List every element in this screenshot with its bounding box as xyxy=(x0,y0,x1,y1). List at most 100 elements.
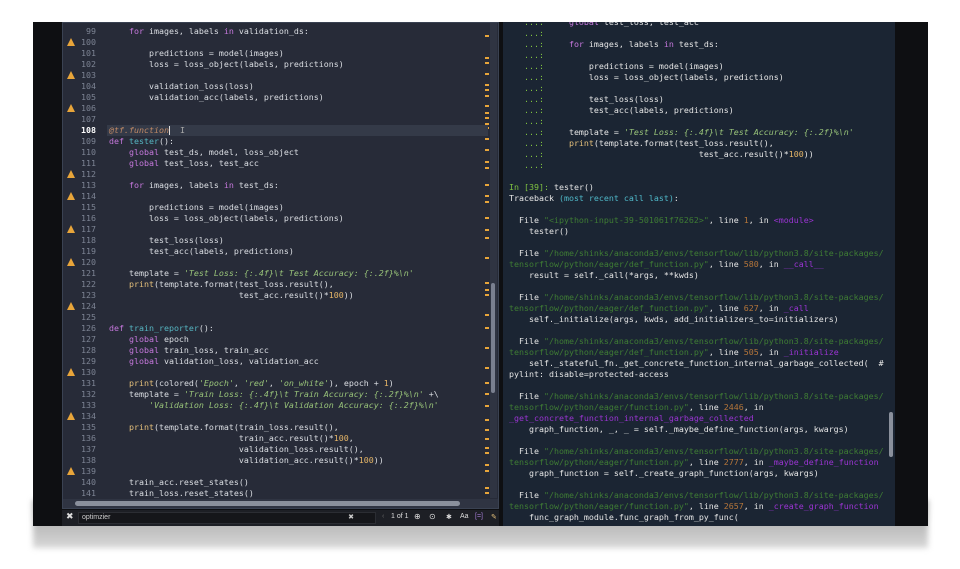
console-line: ...: xyxy=(509,50,544,61)
code-line[interactable]: validation_loss(loss) xyxy=(109,81,254,92)
console-token: File xyxy=(509,248,544,258)
code-line[interactable]: loss = loss_object(labels, predictions) xyxy=(109,59,344,70)
console-token: ...: xyxy=(509,83,544,93)
code-line[interactable]: test_loss(loss) xyxy=(109,235,224,246)
code-token: global xyxy=(109,147,159,157)
code-editor[interactable]: 99 for images, labels in validation_ds: 1… xyxy=(62,22,499,509)
code-line[interactable]: def train_reporter(): xyxy=(109,323,214,334)
code-line[interactable]: global validation_loss, validation_acc xyxy=(109,356,319,367)
console-line: ...: test_acc(labels, predictions) xyxy=(509,105,734,116)
code-line[interactable]: global epoch xyxy=(109,334,189,345)
code-token: 100 xyxy=(333,433,349,443)
console-token: ...: xyxy=(509,28,544,38)
highlight-icon[interactable]: ✎ xyxy=(491,513,497,521)
warning-marker xyxy=(485,149,489,151)
code-token: (colored( xyxy=(153,378,199,388)
warning-marker xyxy=(485,393,489,395)
code-line[interactable]: global test_ds, model, loss_object xyxy=(109,147,299,158)
code-line[interactable]: global test_loss, test_acc xyxy=(109,158,259,169)
code-token: template = xyxy=(109,268,184,278)
console-token: File xyxy=(509,336,544,346)
line-number: 134 xyxy=(81,411,96,421)
code-line[interactable]: train_acc.result()*100, xyxy=(109,433,354,444)
console-scrollbar[interactable] xyxy=(889,412,893,457)
console-line: In [39]: tester() xyxy=(509,182,594,193)
code-token: test_ds, model, loss_object xyxy=(158,147,299,157)
warning-marker xyxy=(485,195,489,197)
console-token: _create_graph_function xyxy=(768,501,879,511)
console-token: tensorflow/python/eager/def_function.py" xyxy=(509,347,709,357)
code-line[interactable]: global train_loss, train_acc xyxy=(109,345,269,356)
code-line[interactable]: def tester(): xyxy=(109,136,174,147)
code-token: (template.format(train_loss.result(), xyxy=(153,422,339,432)
console-token: ...: xyxy=(509,116,544,126)
clear-icon[interactable]: ✖ xyxy=(348,513,354,523)
console-token: graph_function, _, _ = self._maybe_defin… xyxy=(509,424,849,434)
code-line[interactable]: print(colored('Epoch', 'red', 'on_white'… xyxy=(109,378,394,389)
code-token: test_ds: xyxy=(233,180,279,190)
code-token: 'Validation Loss: {:.4f}\t Validation Ac… xyxy=(109,400,439,410)
find-input[interactable]: optimzier ✖ xyxy=(78,512,376,524)
code-line[interactable]: test_acc.result()*100)) xyxy=(109,290,354,301)
console-token: <module> xyxy=(773,215,814,225)
next-match-icon[interactable]: ⊙ xyxy=(429,512,436,521)
code-line[interactable]: loss = loss_object(labels, predictions) xyxy=(109,213,344,224)
code-line[interactable]: validation_loss.result(), xyxy=(109,444,364,455)
warning-marker xyxy=(485,314,489,316)
console-token: : xyxy=(673,193,679,203)
code-line[interactable]: print(template.format(test_loss.result()… xyxy=(109,279,334,290)
warning-marker xyxy=(485,112,489,114)
code-line[interactable]: template = 'Train Loss: {:.4f}\t Train A… xyxy=(109,389,439,400)
scroll-thumb[interactable] xyxy=(75,501,460,506)
code-token: 'on_white' xyxy=(278,378,329,388)
warning-marker xyxy=(485,105,489,107)
console-line: func_graph_module.func_graph_from_py_fun… xyxy=(509,512,739,523)
console-line: graph_function, _, _ = self._maybe_defin… xyxy=(509,424,849,435)
editor-vertical-scrollbar[interactable] xyxy=(490,23,497,498)
whole-word-icon[interactable]: [=] xyxy=(475,513,483,520)
console-token: , line xyxy=(688,402,724,412)
line-number: 125 xyxy=(81,312,96,322)
regex-icon[interactable]: ✱ xyxy=(446,513,452,521)
line-number: 103 xyxy=(81,70,96,80)
code-line[interactable]: predictions = model(images) xyxy=(109,202,284,213)
ipython-console[interactable]: ...: global test_loss, test_acc ...: ...… xyxy=(503,22,895,526)
console-token: File xyxy=(509,391,544,401)
previous-match-icon[interactable]: ⊕ xyxy=(414,512,421,521)
code-line[interactable]: validation_acc(labels, predictions) xyxy=(109,92,324,103)
code-line[interactable]: template = 'Test Loss: {:.4f}\t Test Acc… xyxy=(109,268,414,279)
code-token: validation_acc.result()* xyxy=(109,455,359,465)
scroll-thumb[interactable] xyxy=(491,283,495,393)
console-token: File xyxy=(509,215,544,225)
editor-horizontal-scrollbar[interactable] xyxy=(63,499,498,508)
console-token: (most recent call last) xyxy=(558,193,674,203)
code-line[interactable]: test_acc(labels, predictions) xyxy=(109,246,294,257)
console-token: func_graph_module.func_graph_from_py_fun… xyxy=(509,512,739,522)
close-find-icon[interactable]: ✖ xyxy=(66,511,74,522)
code-line[interactable]: for images, labels in validation_ds: xyxy=(109,26,309,37)
code-line[interactable]: @tf.function I xyxy=(109,125,185,136)
code-line[interactable]: train_acc.reset_states() xyxy=(109,477,249,488)
history-chevron-icon[interactable]: ‹ xyxy=(382,513,384,520)
console-token: _call xyxy=(783,303,809,313)
warning-marker xyxy=(485,57,489,59)
code-line[interactable]: for images, labels in test_ds: xyxy=(109,180,279,191)
warning-marker xyxy=(485,161,489,163)
console-token: "/home/shinks/anaconda3/envs/tensorflow/… xyxy=(543,292,884,302)
console-line: tensorflow/python/eager/function.py", li… xyxy=(509,402,764,413)
code-line[interactable]: validation_acc.result()*100)) xyxy=(109,455,384,466)
console-token: "<ipython-input-39-501061f76262>" xyxy=(543,215,709,225)
console-line: self._initialize(args, kwds, add_initial… xyxy=(509,314,839,325)
line-number: 124 xyxy=(81,301,96,311)
code-line[interactable]: train_loss.reset_states() xyxy=(109,488,254,499)
console-token: ...: xyxy=(509,61,544,71)
console-token: loss = loss_object(labels, predictions) xyxy=(543,72,784,82)
console-line: File "/home/shinks/anaconda3/envs/tensor… xyxy=(509,391,884,402)
case-sensitive-toggle[interactable]: Aa xyxy=(460,513,469,520)
console-token: 505 xyxy=(743,347,759,357)
code-token: test_acc(labels, predictions) xyxy=(109,246,294,256)
code-line[interactable]: print(template.format(train_loss.result(… xyxy=(109,422,339,433)
code-line[interactable]: predictions = model(images) xyxy=(109,48,284,59)
console-token: _maybe_define_function xyxy=(768,457,879,467)
code-line[interactable]: 'Validation Loss: {:.4f}\t Validation Ac… xyxy=(109,400,439,411)
